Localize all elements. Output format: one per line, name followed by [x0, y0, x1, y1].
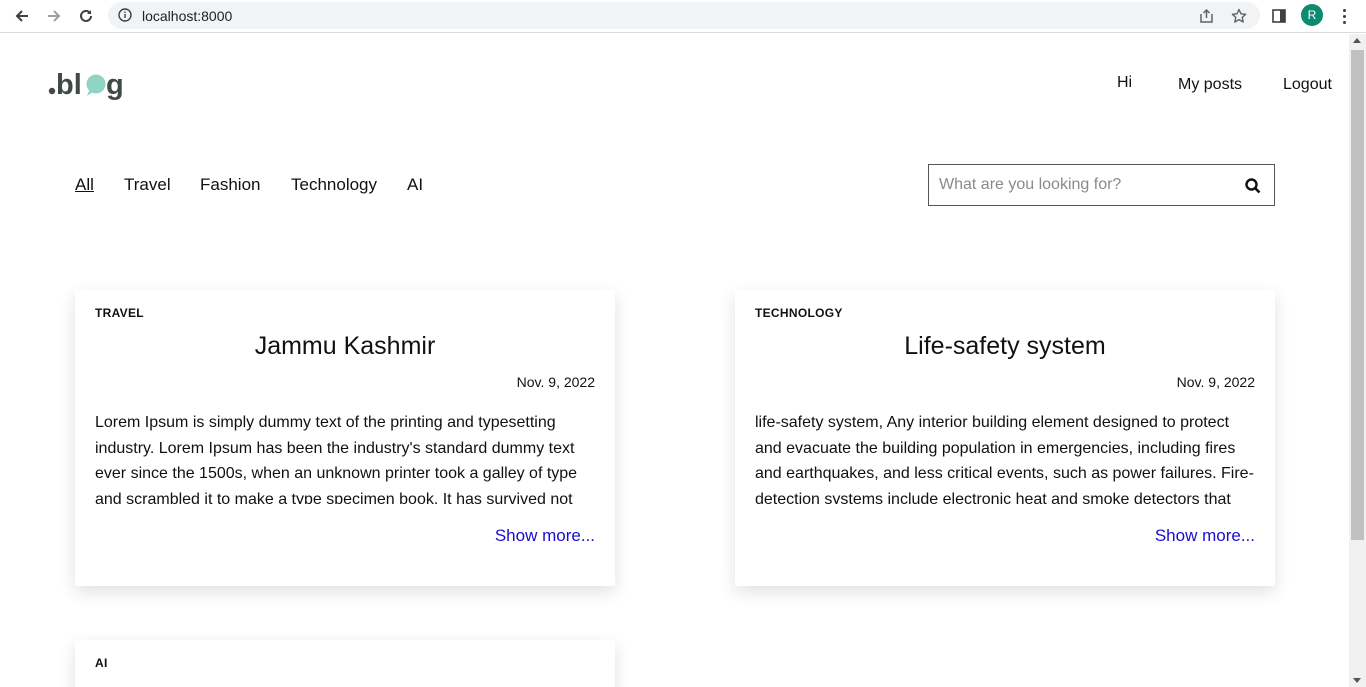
post-card: TRAVEL Jammu Kashmir Nov. 9, 2022 Lorem … [75, 290, 615, 586]
search-box [928, 164, 1275, 206]
address-bar[interactable]: localhost:8000 [108, 2, 1260, 29]
scroll-up-arrow-icon[interactable] [1353, 38, 1361, 43]
reload-icon[interactable] [74, 4, 98, 28]
greeting-text: Hi [1117, 74, 1133, 91]
side-panel-icon[interactable] [1268, 5, 1290, 27]
post-category: TECHNOLOGY [755, 306, 843, 320]
bookmark-star-icon[interactable] [1230, 7, 1248, 25]
page: bl g Hi My posts Logout All Travel Fashi… [0, 34, 1349, 687]
scroll-down-arrow-icon[interactable] [1353, 678, 1361, 683]
page-scrollbar[interactable] [1349, 34, 1366, 687]
menu-kebab-icon[interactable] [1336, 5, 1352, 27]
profile-avatar[interactable]: R [1301, 4, 1323, 26]
filter-technology[interactable]: Technology [291, 175, 377, 195]
blog-logo[interactable]: bl g [48, 64, 132, 111]
post-category: AI [95, 656, 108, 670]
search-icon[interactable] [1244, 177, 1262, 195]
post-title: Jammu Kashmir [254, 332, 436, 360]
my-posts-link[interactable]: My posts [1178, 76, 1242, 94]
post-title: Life-safety system [904, 332, 1106, 360]
show-more-link[interactable]: Show more... [495, 526, 595, 546]
post-excerpt: Lorem Ipsum is simply dummy text of the … [95, 414, 578, 504]
show-more-link[interactable]: Show more... [1155, 526, 1255, 546]
post-date: Nov. 9, 2022 [1176, 374, 1255, 390]
post-card: AI [75, 640, 615, 687]
post-category: TRAVEL [95, 306, 144, 320]
svg-text:bl: bl [56, 69, 82, 101]
scroll-thumb[interactable] [1351, 50, 1364, 540]
site-info-icon[interactable] [118, 8, 132, 27]
post-card: TECHNOLOGY Life-safety system Nov. 9, 20… [735, 290, 1275, 586]
back-icon[interactable] [10, 4, 34, 28]
filter-travel[interactable]: Travel [124, 175, 171, 195]
forward-icon[interactable] [42, 4, 66, 28]
browser-toolbar: localhost:8000 R [0, 0, 1366, 33]
post-excerpt: life-safety system, Any interior buildin… [755, 414, 1254, 504]
logout-link[interactable]: Logout [1283, 76, 1332, 94]
filter-fashion[interactable]: Fashion [200, 175, 260, 195]
filter-all[interactable]: All [75, 175, 94, 195]
svg-text:g: g [106, 69, 124, 101]
url-text: localhost:8000 [142, 8, 233, 24]
filter-ai[interactable]: AI [407, 175, 423, 195]
post-date: Nov. 9, 2022 [516, 374, 595, 390]
search-input[interactable] [939, 175, 1229, 195]
share-icon[interactable] [1198, 7, 1216, 25]
